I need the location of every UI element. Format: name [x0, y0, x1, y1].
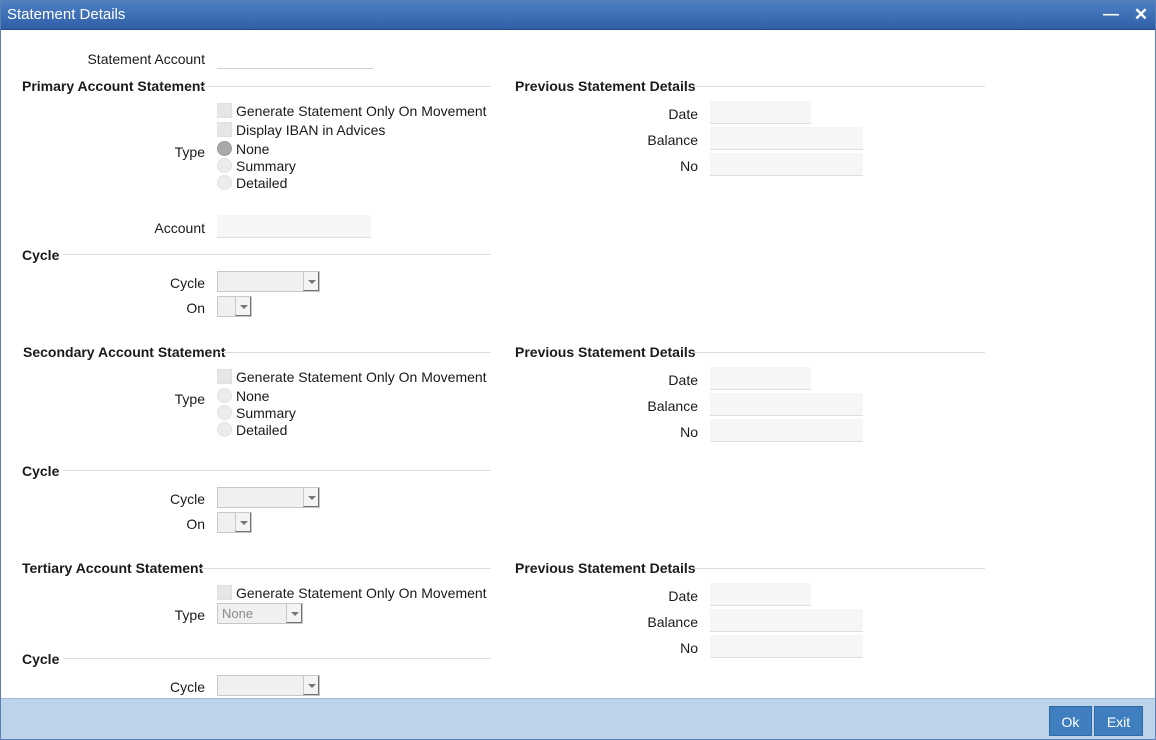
- window-title: Statement Details: [7, 6, 126, 23]
- chevron-down-icon[interactable]: [286, 604, 302, 623]
- secondary-type-none-label: None: [236, 388, 270, 404]
- chevron-down-icon[interactable]: [303, 488, 319, 507]
- primary-prev-date-label: Date: [668, 106, 698, 122]
- secondary-cycle-select[interactable]: [217, 487, 320, 508]
- primary-display-iban-checkbox[interactable]: [217, 122, 232, 137]
- chevron-down-icon[interactable]: [303, 272, 319, 291]
- secondary-prev-balance-input[interactable]: [710, 393, 863, 416]
- tertiary-cycle-select[interactable]: [217, 675, 320, 696]
- close-icon[interactable]: ✕: [1131, 5, 1151, 25]
- tertiary-prev-date-label: Date: [668, 588, 698, 604]
- primary-account-label: Account: [154, 220, 205, 236]
- secondary-prev-balance-label: Balance: [647, 398, 698, 414]
- secondary-type-detailed-radio[interactable]: [217, 422, 232, 437]
- exit-button[interactable]: Exit: [1094, 706, 1143, 736]
- primary-prev-section-title: Previous Statement Details: [515, 78, 696, 94]
- primary-section-title: Primary Account Statement: [22, 78, 206, 94]
- secondary-prev-date-label: Date: [668, 372, 698, 388]
- form-content: Statement Account Primary Account Statem…: [1, 30, 1155, 698]
- divider: [199, 568, 491, 569]
- divider: [63, 470, 491, 471]
- secondary-on-label: On: [186, 516, 205, 532]
- primary-on-label: On: [186, 300, 205, 316]
- secondary-gen-movement-label: Generate Statement Only On Movement: [236, 369, 487, 385]
- tertiary-prev-no-input[interactable]: [710, 635, 863, 658]
- tertiary-type-label: Type: [174, 607, 205, 623]
- divider: [691, 568, 985, 569]
- secondary-prev-no-input[interactable]: [710, 419, 863, 442]
- primary-gen-movement-checkbox[interactable]: [217, 103, 232, 118]
- tertiary-cycle-label: Cycle: [169, 679, 205, 695]
- tertiary-gen-movement-label: Generate Statement Only On Movement: [236, 585, 487, 601]
- tertiary-type-value: None: [222, 606, 254, 621]
- secondary-on-select[interactable]: [217, 512, 252, 533]
- tertiary-gen-movement-checkbox[interactable]: [217, 585, 232, 600]
- primary-gen-movement-label: Generate Statement Only On Movement: [236, 103, 487, 119]
- secondary-type-detailed-label: Detailed: [236, 422, 288, 438]
- chevron-down-icon[interactable]: [303, 676, 319, 695]
- tertiary-prev-balance-input[interactable]: [710, 609, 863, 632]
- chevron-down-icon[interactable]: [235, 513, 251, 532]
- primary-account-input[interactable]: [217, 215, 371, 238]
- secondary-prev-no-label: No: [680, 424, 698, 440]
- primary-cycle-section-title: Cycle: [22, 247, 60, 263]
- footer-bar: Ok Exit: [1, 698, 1155, 739]
- statement-account-input[interactable]: [217, 46, 373, 69]
- secondary-type-summary-radio[interactable]: [217, 405, 232, 420]
- tertiary-type-select[interactable]: None: [217, 603, 303, 624]
- secondary-section-title: Secondary Account Statement: [23, 344, 226, 360]
- primary-type-summary-label: Summary: [236, 158, 296, 174]
- primary-prev-date-input[interactable]: [710, 101, 811, 124]
- divider: [201, 86, 491, 87]
- divider: [691, 352, 985, 353]
- primary-cycle-label: Cycle: [169, 275, 205, 291]
- divider: [691, 86, 985, 87]
- secondary-gen-movement-checkbox[interactable]: [217, 369, 232, 384]
- primary-prev-balance-label: Balance: [647, 132, 698, 148]
- primary-display-iban-label: Display IBAN in Advices: [236, 122, 386, 138]
- secondary-type-none-radio[interactable]: [217, 388, 232, 403]
- primary-type-detailed-radio[interactable]: [217, 175, 232, 190]
- chevron-down-icon[interactable]: [235, 297, 251, 316]
- tertiary-prev-no-label: No: [680, 640, 698, 656]
- statement-account-label: Statement Account: [87, 51, 205, 67]
- statement-details-window: Statement Details — ✕ Statement Account …: [0, 0, 1156, 740]
- tertiary-prev-balance-label: Balance: [647, 614, 698, 630]
- tertiary-prev-section-title: Previous Statement Details: [515, 560, 696, 576]
- tertiary-cycle-section-title: Cycle: [22, 651, 60, 667]
- title-bar: Statement Details — ✕: [1, 1, 1155, 30]
- secondary-type-summary-label: Summary: [236, 405, 296, 421]
- secondary-cycle-label: Cycle: [169, 491, 205, 507]
- primary-cycle-select[interactable]: [217, 271, 320, 292]
- tertiary-section-title: Tertiary Account Statement: [22, 560, 204, 576]
- divider: [219, 352, 491, 353]
- primary-type-none-label: None: [236, 141, 270, 157]
- primary-type-summary-radio[interactable]: [217, 158, 232, 173]
- secondary-prev-date-input[interactable]: [710, 367, 811, 390]
- primary-prev-no-label: No: [680, 158, 698, 174]
- primary-on-select[interactable]: [217, 296, 252, 317]
- primary-prev-balance-input[interactable]: [710, 127, 863, 150]
- ok-button[interactable]: Ok: [1049, 706, 1092, 736]
- primary-type-none-radio[interactable]: [217, 141, 232, 156]
- secondary-type-label: Type: [174, 391, 205, 407]
- secondary-prev-section-title: Previous Statement Details: [515, 344, 696, 360]
- minimize-icon[interactable]: —: [1101, 5, 1121, 25]
- primary-type-detailed-label: Detailed: [236, 175, 288, 191]
- tertiary-prev-date-input[interactable]: [710, 583, 811, 606]
- primary-type-label: Type: [174, 144, 205, 160]
- divider: [63, 254, 491, 255]
- divider: [63, 658, 491, 659]
- primary-prev-no-input[interactable]: [710, 153, 863, 176]
- secondary-cycle-section-title: Cycle: [22, 463, 60, 479]
